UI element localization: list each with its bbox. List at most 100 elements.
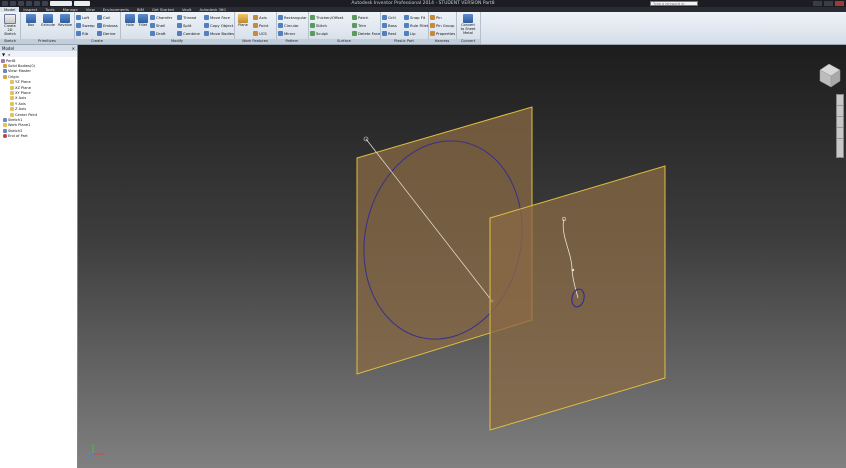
move-bodies-icon	[204, 31, 209, 36]
pan-icon[interactable]	[837, 106, 843, 117]
sweep-button[interactable]: Sweep	[76, 22, 95, 29]
loft-icon	[76, 15, 81, 20]
sculpt-icon	[310, 31, 315, 36]
fillet-button[interactable]: Fillet	[135, 14, 151, 36]
copy-object-button[interactable]: Copy Object	[204, 22, 234, 29]
thicken-offset-button[interactable]: Thicken/Offset	[310, 14, 343, 21]
group-harness: Pin Pin Group Properties Harness	[428, 12, 457, 44]
delete-face-button[interactable]: Delete Face	[352, 30, 380, 37]
extrude-button[interactable]: Extrude	[40, 14, 56, 36]
revolve-button[interactable]: Revolve	[57, 14, 73, 36]
combine-button[interactable]: Combine	[177, 30, 200, 37]
look-at-icon[interactable]	[837, 139, 843, 149]
boss-button[interactable]: Boss	[382, 22, 397, 29]
snap-fit-button[interactable]: Snap Fit	[404, 14, 428, 21]
window-controls	[813, 0, 844, 7]
sheet-metal-icon	[463, 14, 473, 23]
group-sketch: Create 2D Sketch Sketch	[0, 12, 21, 44]
filter-icon[interactable]: ▼	[2, 52, 5, 57]
box-button[interactable]: Box	[23, 14, 39, 36]
grill-icon	[382, 15, 387, 20]
rest-button[interactable]: Rest	[382, 30, 397, 37]
browser-title: Model	[2, 45, 15, 51]
axis-button[interactable]: Axis	[253, 14, 268, 21]
lip-button[interactable]: Lip	[404, 30, 428, 37]
convert-to-sheet-metal-button[interactable]: Convert to Sheet Metal	[460, 14, 476, 36]
help-search-input[interactable]: Type a keyword or phrase	[650, 1, 698, 11]
rectangular-pattern-button[interactable]: Rectangular	[278, 14, 307, 21]
rule-fillet-icon	[404, 23, 409, 28]
properties-button[interactable]: Properties	[430, 30, 455, 37]
title-bar: Autodesk Inventor Professional 2014 - ST…	[0, 0, 846, 11]
loft-button[interactable]: Loft	[76, 14, 95, 21]
folder-icon	[3, 64, 7, 69]
maximize-icon[interactable]	[824, 1, 833, 6]
thread-icon	[177, 15, 182, 20]
stitch-button[interactable]: Stitch	[310, 22, 343, 29]
group-label: Create	[74, 39, 120, 44]
patch-button[interactable]: Patch	[352, 14, 380, 21]
derive-button[interactable]: Derive	[97, 30, 118, 37]
rib-button[interactable]: Rib	[76, 30, 95, 37]
steering-wheel-icon[interactable]	[837, 95, 843, 106]
modify-col-1: Chamfer Shell Draft	[150, 14, 172, 37]
zoom-icon[interactable]	[837, 117, 843, 128]
point-button[interactable]: Point	[253, 22, 268, 29]
model-browser: Model ✕ ▼ ⌕ Part8 Solid Bodies(0) View: …	[0, 45, 78, 468]
chamfer-button[interactable]: Chamfer	[150, 14, 172, 21]
work-features-col: Axis Point UCS	[253, 14, 268, 37]
create-col-1: Loft Sweep Rib	[76, 14, 95, 37]
fillet-icon	[138, 14, 148, 23]
tree-node-end-of-part[interactable]: End of Part	[0, 133, 77, 139]
shell-button[interactable]: Shell	[150, 22, 172, 29]
mirror-button[interactable]: Mirror	[278, 30, 307, 37]
draft-button[interactable]: Draft	[150, 30, 172, 37]
minimize-icon[interactable]	[813, 1, 822, 6]
group-modify: Hole Fillet Chamfer Shell Draft Thread S…	[120, 12, 235, 44]
pin-group-button[interactable]: Pin Group	[430, 22, 455, 29]
sketch-icon	[4, 14, 16, 24]
browser-close-icon[interactable]: ✕	[72, 46, 75, 51]
grill-button[interactable]: Grill	[382, 14, 397, 21]
axis-icon	[10, 107, 14, 112]
plane-button[interactable]: Plane	[235, 14, 251, 36]
orbit-icon[interactable]	[837, 128, 843, 139]
group-create: Loft Sweep Rib Coil Emboss Derive Create	[74, 12, 121, 44]
move-face-button[interactable]: Move Face	[204, 14, 234, 21]
circular-pattern-button[interactable]: Circular	[278, 22, 307, 29]
move-bodies-button[interactable]: Move Bodies	[204, 30, 234, 37]
ucs-button[interactable]: UCS	[253, 30, 268, 37]
find-icon[interactable]: ⌕	[8, 52, 10, 57]
rule-fillet-button[interactable]: Rule Fillet	[404, 22, 428, 29]
group-convert: Convert to Sheet Metal Convert	[456, 12, 481, 44]
plane-icon	[10, 80, 14, 85]
group-label: Plastic Part	[380, 39, 428, 44]
rib-icon	[76, 31, 81, 36]
part-icon	[1, 58, 5, 63]
close-icon[interactable]	[835, 1, 844, 6]
modify-col-2: Thread Split Combine	[177, 14, 200, 37]
graphics-viewport[interactable]	[78, 45, 846, 468]
pin-icon	[430, 15, 435, 20]
split-button[interactable]: Split	[177, 22, 200, 29]
group-primitives: Box Extrude Revolve Primitives	[20, 12, 75, 44]
properties-icon	[430, 31, 435, 36]
sculpt-button[interactable]: Sculpt	[310, 30, 343, 37]
trim-button[interactable]: Trim	[352, 22, 380, 29]
group-label: Primitives	[20, 39, 74, 44]
snap-fit-icon	[404, 15, 409, 20]
move-face-icon	[204, 15, 209, 20]
folder-icon	[3, 74, 7, 79]
create-2d-sketch-button[interactable]: Create 2D Sketch	[2, 14, 18, 36]
pattern-col: Rectangular Circular Mirror	[278, 14, 307, 37]
thread-button[interactable]: Thread	[177, 14, 200, 21]
circular-pattern-icon	[278, 23, 283, 28]
emboss-button[interactable]: Emboss	[97, 22, 118, 29]
combine-icon	[177, 31, 182, 36]
revolve-icon	[60, 14, 70, 23]
coil-button[interactable]: Coil	[97, 14, 118, 21]
axis-icon	[253, 15, 258, 20]
plane-icon	[238, 14, 248, 23]
plastic-col-1: Grill Boss Rest	[382, 14, 397, 37]
pin-button[interactable]: Pin	[430, 14, 455, 21]
